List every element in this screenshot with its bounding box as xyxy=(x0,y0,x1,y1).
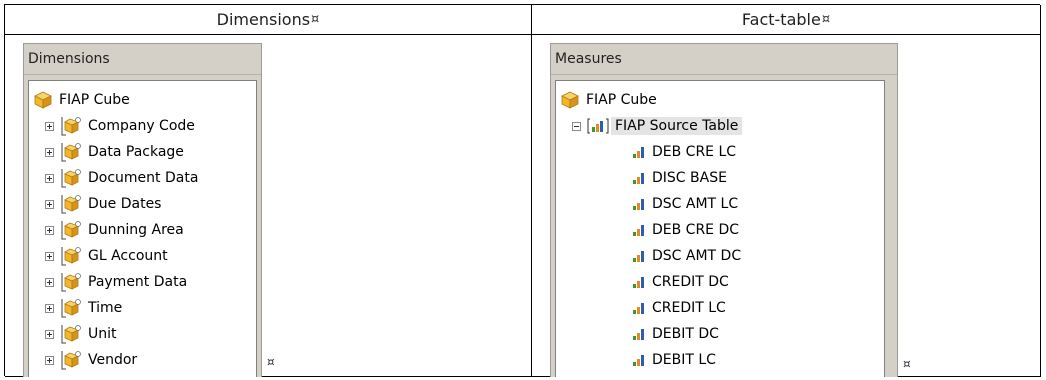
measures-panel-title: Measures xyxy=(551,44,897,75)
measure-icon xyxy=(633,173,644,184)
cube-icon xyxy=(561,91,579,109)
dimension-label: Document Data xyxy=(88,170,199,186)
cell-marker: ¤ xyxy=(267,355,275,369)
measure-icon xyxy=(633,225,644,236)
measure-label: DEBIT DC xyxy=(652,326,719,342)
measure-group-row[interactable]: FIAP Source Table xyxy=(556,113,884,139)
dimension-icon xyxy=(61,325,81,344)
dimension-icon xyxy=(61,195,81,214)
tree-root-cube[interactable]: FIAP Cube xyxy=(556,87,884,113)
tree-root-label: FIAP Cube xyxy=(59,92,130,108)
fact-table-header-text: Fact-table xyxy=(741,10,821,29)
dimension-tree-item[interactable]: Document Data xyxy=(29,165,256,191)
collapse-icon[interactable] xyxy=(572,121,581,131)
dimensions-header-text: Dimensions xyxy=(216,10,311,29)
dimension-icon xyxy=(61,299,81,318)
dimension-label: Vendor xyxy=(88,352,138,368)
dimension-tree-item[interactable]: GL Account xyxy=(29,243,256,269)
dimension-tree-item[interactable]: Company Code xyxy=(29,113,256,139)
dimension-icon xyxy=(61,247,81,266)
measure-icon xyxy=(633,147,644,158)
measure-tree-item[interactable]: DSC AMT LC xyxy=(556,191,884,217)
measure-tree-item[interactable]: DEB CRE LC xyxy=(556,139,884,165)
dimension-icon xyxy=(61,273,81,292)
dimension-label: Due Dates xyxy=(88,196,162,212)
dimension-tree-item[interactable]: Data Package xyxy=(29,139,256,165)
expand-icon[interactable] xyxy=(45,121,54,131)
dimensions-column-header: Dimensions ¤ xyxy=(5,5,532,35)
expand-icon[interactable] xyxy=(45,303,54,313)
expand-icon[interactable] xyxy=(45,251,54,261)
measure-label: DISC BASE xyxy=(652,170,727,186)
measure-icon xyxy=(633,199,644,210)
measure-label: DEBIT LC xyxy=(652,352,716,368)
measures-tree[interactable]: FIAP Cube FIAP Source Table DEB CRE LC DI… xyxy=(555,80,885,377)
measure-tree-item[interactable]: DEBIT DC xyxy=(556,321,884,347)
measure-label: DSC AMT DC xyxy=(652,248,742,264)
measure-group-label: FIAP Source Table xyxy=(611,117,743,135)
dimension-tree-item[interactable]: Vendor xyxy=(29,347,256,373)
measure-tree-item[interactable]: DEBIT LC xyxy=(556,347,884,373)
dimension-icon xyxy=(61,351,81,370)
measure-tree-item[interactable]: CREDIT LC xyxy=(556,295,884,321)
dimension-icon xyxy=(61,221,81,240)
dimension-label: Data Package xyxy=(88,144,184,160)
fact-table-column-header: Fact-table ¤ xyxy=(532,5,1041,35)
dimension-icon xyxy=(61,143,81,162)
measure-group-icon xyxy=(587,118,609,134)
dimensions-tree[interactable]: FIAP Cube Company Code Data Package Docume… xyxy=(28,80,257,377)
expand-icon[interactable] xyxy=(45,173,54,183)
expand-icon[interactable] xyxy=(45,329,54,339)
tree-root-label: FIAP Cube xyxy=(586,92,657,108)
dimension-tree-item[interactable]: Dunning Area xyxy=(29,217,256,243)
dimension-label: Company Code xyxy=(88,118,195,134)
fact-table-cell: Measures FIAP Cube FIAP Source Table DEB… xyxy=(532,35,1041,377)
cell-marker: ¤ xyxy=(821,12,831,27)
document-table: Dimensions ¤ Fact-table ¤ Dimensions FIAP … xyxy=(4,4,1041,377)
measure-tree-item[interactable]: DEB CRE DC xyxy=(556,217,884,243)
measure-label: CREDIT DC xyxy=(652,274,729,290)
expand-icon[interactable] xyxy=(45,277,54,287)
cell-marker: ¤ xyxy=(903,357,911,371)
dimension-label: Time xyxy=(88,300,123,316)
measure-label: DSC AMT LC xyxy=(652,196,739,212)
cell-marker: ¤ xyxy=(311,12,320,27)
dimension-label: Unit xyxy=(88,326,117,342)
expand-icon[interactable] xyxy=(45,225,54,235)
expand-icon[interactable] xyxy=(45,199,54,209)
dimension-label: Payment Data xyxy=(88,274,188,290)
dimensions-panel: Dimensions FIAP Cube Company Code Data Pa… xyxy=(23,43,262,377)
dimension-icon xyxy=(61,117,81,136)
dimension-tree-item[interactable]: Unit xyxy=(29,321,256,347)
tree-root-cube[interactable]: FIAP Cube xyxy=(29,87,256,113)
measure-tree-item[interactable]: DSC AMT DC xyxy=(556,243,884,269)
dimension-tree-item[interactable]: Payment Data xyxy=(29,269,256,295)
dimension-label: Dunning Area xyxy=(88,222,184,238)
measure-label: DEB CRE LC xyxy=(652,144,737,160)
measure-label: CREDIT LC xyxy=(652,300,726,316)
measures-panel: Measures FIAP Cube FIAP Source Table DEB… xyxy=(550,43,898,377)
dimension-tree-item[interactable]: Time xyxy=(29,295,256,321)
dimension-icon xyxy=(61,169,81,188)
measure-icon xyxy=(633,329,644,340)
cube-icon xyxy=(34,91,52,109)
measure-icon xyxy=(633,251,644,262)
expand-icon[interactable] xyxy=(45,355,54,365)
measure-tree-item[interactable]: CREDIT DC xyxy=(556,269,884,295)
expand-icon[interactable] xyxy=(45,147,54,157)
measure-label: DEB CRE DC xyxy=(652,222,740,238)
dimension-tree-item[interactable]: Due Dates xyxy=(29,191,256,217)
dimension-label: GL Account xyxy=(88,248,168,264)
measure-icon xyxy=(633,303,644,314)
measure-icon xyxy=(633,277,644,288)
vertical-scrollbar[interactable] xyxy=(885,80,897,377)
dimensions-cell: Dimensions FIAP Cube Company Code Data Pa… xyxy=(5,35,532,377)
dimensions-panel-title: Dimensions xyxy=(24,44,261,75)
measure-icon xyxy=(633,355,644,366)
measure-tree-item[interactable]: DISC BASE xyxy=(556,165,884,191)
